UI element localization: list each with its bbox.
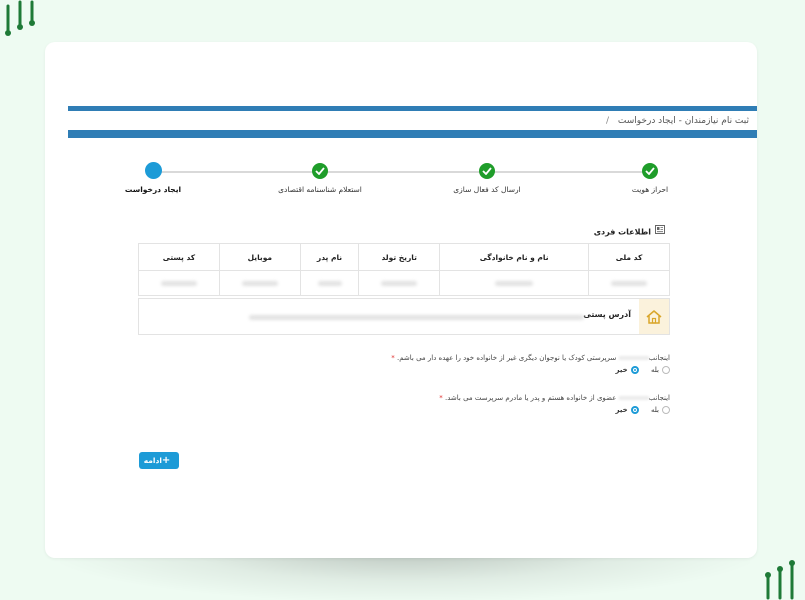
stepper-line — [155, 171, 655, 173]
question-guardianship: اینجانب سرپرستی کودک یا نوجوان دیگری غیر… — [138, 354, 670, 376]
col-national-code: کد ملی — [588, 243, 670, 271]
radio-yes[interactable]: بله — [651, 406, 670, 414]
breadcrumb-separator: / — [605, 116, 609, 126]
main-card: ثبت نام نیازمندان - ایجاد درخواست / احرا… — [45, 42, 757, 558]
brand-logo-top-left — [0, 0, 40, 40]
address-box: آدرس پستی — [138, 298, 670, 335]
step-identity: احراز هویت — [595, 162, 705, 194]
col-birth-date: تاریخ تولد — [358, 243, 441, 271]
personal-info-title-text: اطلاعات فردی — [593, 227, 651, 237]
cell-redacted — [439, 270, 590, 296]
step-activation-code: ارسال کد فعال سازی — [432, 162, 542, 194]
step-label: استعلام شناسنامه اقتصادی — [278, 185, 362, 194]
cell-redacted — [358, 270, 441, 296]
question-text: اینجانب سرپرستی کودک یا نوجوان دیگری غیر… — [391, 354, 670, 362]
question-text: اینجانب عضوی از خانواده هستم و پدر یا ما… — [439, 394, 670, 402]
table-row — [138, 270, 670, 296]
home-icon — [639, 299, 669, 334]
sub-header-bar — [68, 130, 757, 138]
table-header-row: کد ملی نام و نام خانوادگی تاریخ تولد نام… — [138, 243, 670, 271]
continue-label: ادامه — [143, 456, 162, 465]
radio-yes[interactable]: بله — [651, 366, 670, 374]
check-icon — [642, 163, 658, 179]
col-mobile: موبایل — [218, 243, 301, 271]
radio-no[interactable]: خیر — [615, 366, 639, 374]
address-value-redacted — [249, 315, 584, 320]
step-create-request: ایجاد درخواست — [98, 162, 208, 194]
step-label: احراز هویت — [631, 185, 669, 194]
step-label: ایجاد درخواست — [124, 185, 182, 194]
radio-group: بله خیر — [138, 406, 670, 416]
radio-group: بله خیر — [138, 366, 670, 376]
breadcrumb: ثبت نام نیازمندان - ایجاد درخواست / — [68, 112, 749, 130]
plus-icon: + — [161, 454, 171, 466]
col-father-name: نام پدر — [299, 243, 360, 271]
progress-stepper: احراز هویت ارسال کد فعال سازی استعلام شن… — [125, 162, 685, 202]
check-icon — [479, 163, 495, 179]
continue-button[interactable]: + ادامه — [139, 452, 179, 469]
cell-redacted — [299, 270, 360, 296]
cell-redacted — [588, 270, 670, 296]
col-postal-code: کد پستی — [138, 243, 220, 271]
check-icon — [312, 163, 328, 179]
step-economic-id: استعلام شناسنامه اقتصادی — [265, 162, 375, 194]
question-family-member: اینجانب عضوی از خانواده هستم و پدر یا ما… — [138, 394, 670, 416]
col-full-name: نام و نام خانوادگی — [439, 243, 590, 271]
personal-info-table: کد ملی نام و نام خانوادگی تاریخ تولد نام… — [138, 243, 670, 296]
address-label: آدرس پستی — [583, 310, 631, 319]
current-step-dot — [144, 162, 162, 179]
cell-redacted — [138, 270, 220, 296]
id-card-icon — [655, 225, 665, 239]
cell-redacted — [218, 270, 301, 296]
breadcrumb-text: ثبت نام نیازمندان - ایجاد درخواست — [617, 116, 749, 126]
brand-logo-bottom-right — [760, 558, 800, 600]
step-label: ارسال کد فعال سازی — [453, 185, 521, 194]
personal-info-title: اطلاعات فردی — [565, 225, 665, 239]
header-bar — [68, 106, 757, 111]
radio-no[interactable]: خیر — [615, 406, 639, 414]
